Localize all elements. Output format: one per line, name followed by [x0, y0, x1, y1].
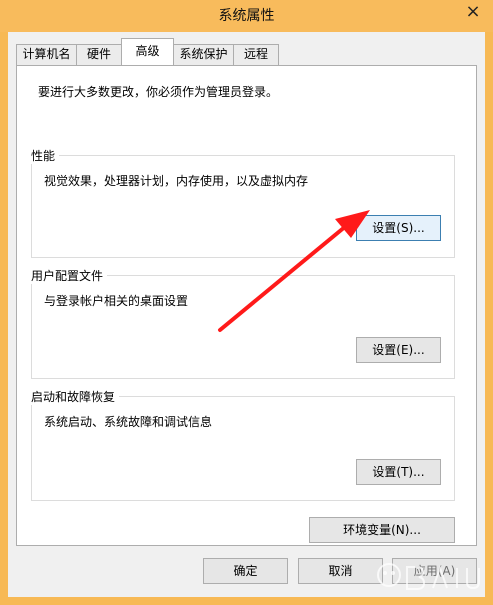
tab-system-protection[interactable]: 系统保护	[173, 44, 234, 65]
close-button[interactable]: ×	[461, 1, 485, 25]
performance-description: 视觉效果，处理器计划，内存使用，以及虚拟内存	[44, 174, 309, 188]
environment-variables-button[interactable]: 环境变量(N)...	[309, 517, 455, 543]
user-profiles-description: 与登录帐户相关的桌面设置	[44, 294, 189, 308]
user-profiles-settings-button[interactable]: 设置(E)...	[356, 337, 441, 363]
tab-advanced[interactable]: 高级	[121, 38, 174, 65]
system-properties-window: 系统属性 × 计算机名 硬件 高级 系统保护 远程 要进行大多数更改，你必须作为…	[0, 0, 493, 605]
tab-computer-name[interactable]: 计算机名	[16, 44, 77, 65]
performance-group: 性能 视觉效果，处理器计划，内存使用，以及虚拟内存 设置(S)...	[27, 147, 455, 258]
user-profiles-group-title: 用户配置文件	[27, 267, 108, 284]
tab-hardware[interactable]: 硬件	[76, 44, 122, 65]
window-title: 系统属性	[218, 8, 275, 24]
startup-recovery-description: 系统启动、系统故障和调试信息	[44, 415, 213, 429]
cancel-button[interactable]: 取消	[298, 558, 383, 584]
admin-notice: 要进行大多数更改，你必须作为管理员登录。	[38, 85, 279, 99]
performance-group-title: 性能	[27, 147, 60, 164]
performance-settings-button[interactable]: 设置(S)...	[356, 215, 441, 241]
tab-remote[interactable]: 远程	[233, 44, 279, 65]
ok-button[interactable]: 确定	[203, 558, 288, 584]
title-bar[interactable]: 系统属性 ×	[0, 0, 493, 32]
advanced-tab-panel: 要进行大多数更改，你必须作为管理员登录。 性能 视觉效果，处理器计划，内存使用，…	[16, 65, 477, 546]
startup-recovery-settings-button[interactable]: 设置(T)...	[356, 459, 441, 485]
user-profiles-group: 用户配置文件 与登录帐户相关的桌面设置 设置(E)...	[27, 267, 455, 379]
dialog-client-area: 计算机名 硬件 高级 系统保护 远程 要进行大多数更改，你必须作为管理员登录。 …	[8, 32, 485, 597]
apply-button[interactable]: 应用(A)	[392, 558, 477, 584]
close-icon: ×	[465, 1, 481, 22]
startup-recovery-group-title: 启动和故障恢复	[27, 388, 120, 405]
startup-recovery-group: 启动和故障恢复 系统启动、系统故障和调试信息 设置(T)...	[27, 388, 455, 501]
